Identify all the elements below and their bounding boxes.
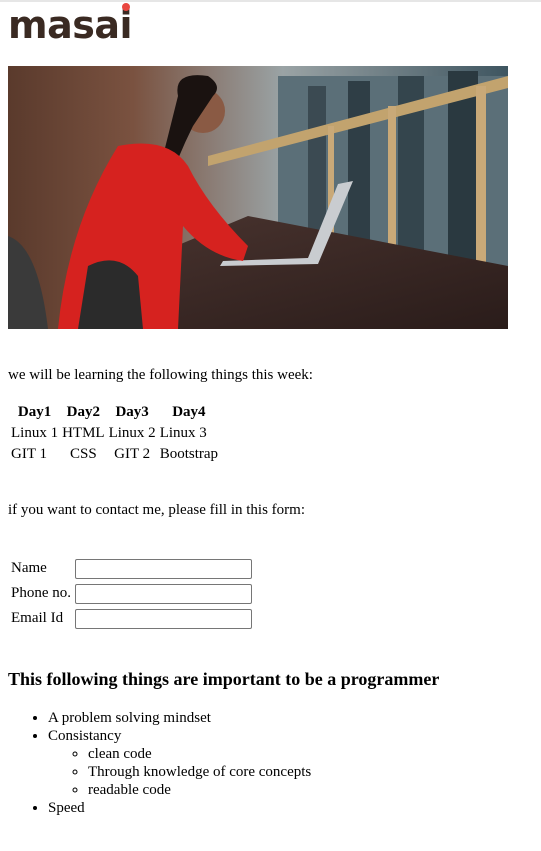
name-input[interactable]	[75, 558, 252, 579]
form-row-email: Email Id	[10, 607, 253, 630]
schedule-row: Linux 1 HTML Linux 2 Linux 3	[10, 424, 219, 443]
sub-list-item: Through knowledge of core concepts	[88, 763, 311, 781]
schedule-cell: GIT 1	[11, 446, 47, 462]
form-row-phone: Phone no.	[10, 582, 253, 605]
list-item: Consistancy clean code Through knowledge…	[48, 727, 311, 799]
schedule-cell: CSS	[69, 446, 97, 462]
sub-list-item: clean code	[88, 745, 311, 763]
sub-list: clean code Through knowledge of core con…	[48, 745, 311, 799]
schedule-cell: GIT 2	[114, 446, 151, 462]
schedule-cell: Bootstrap	[159, 446, 219, 462]
phone-input[interactable]	[75, 583, 252, 604]
list-item: A problem solving mindset	[48, 709, 311, 727]
phone-label: Phone no.	[11, 585, 71, 601]
programmer-list: A problem solving mindset Consistancy cl…	[8, 709, 311, 817]
email-label: Email Id	[11, 610, 64, 626]
form-row-name: Name	[10, 557, 253, 580]
schedule-header: Day2	[66, 404, 101, 420]
masai-logo[interactable]: masai	[8, 3, 133, 47]
schedule-header-row: Day1 Day2 Day3 Day4	[10, 403, 219, 422]
programmer-heading: This following things are important to b…	[8, 669, 440, 689]
hero-image	[8, 66, 508, 329]
schedule-cell: Linux 2	[108, 425, 156, 441]
schedule-row: GIT 1 CSS GIT 2 Bootstrap	[10, 445, 219, 464]
name-label: Name	[11, 560, 47, 576]
logo-text-mid: a	[94, 3, 120, 47]
sub-list-item: readable code	[88, 781, 311, 799]
top-border	[0, 0, 541, 2]
schedule-table: Day1 Day2 Day3 Day4 Linux 1 HTML Linux 2…	[8, 401, 221, 466]
hero-illustration	[8, 66, 508, 329]
schedule-header: Day4	[172, 404, 206, 420]
list-item-label: Consistancy	[48, 728, 122, 744]
schedule-cell: Linux 1	[11, 425, 59, 441]
email-input[interactable]	[75, 608, 252, 629]
contact-form: Name Phone no. Email Id	[8, 555, 255, 632]
logo-text-end: i	[119, 3, 133, 47]
schedule-cell: HTML	[62, 425, 105, 441]
schedule-cell: Linux 3	[159, 425, 207, 441]
list-item: Speed	[48, 799, 311, 817]
contact-prompt: if you want to contact me, please fill i…	[8, 502, 306, 518]
intro-text: we will be learning the following things…	[8, 367, 313, 383]
schedule-header: Day3	[115, 404, 149, 420]
schedule-header: Day1	[17, 404, 52, 420]
logo-text-start: mas	[8, 3, 95, 47]
